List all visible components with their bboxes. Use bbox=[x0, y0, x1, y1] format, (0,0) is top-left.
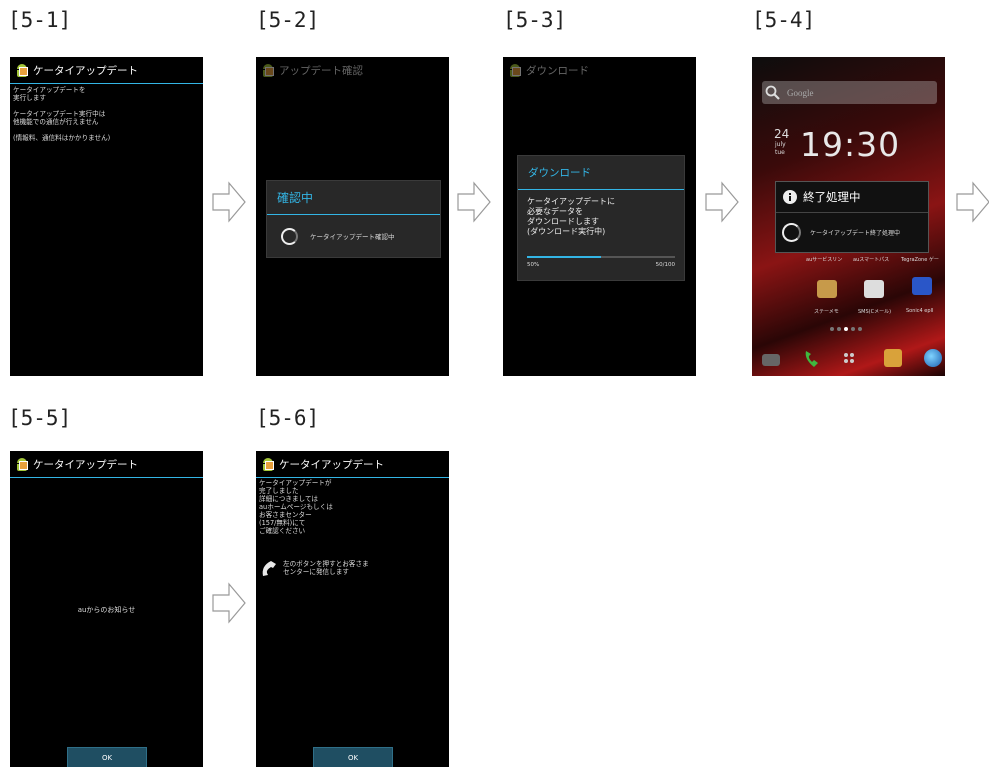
call-text-2: センターに発信します bbox=[283, 568, 349, 576]
camera-icon[interactable] bbox=[762, 354, 780, 366]
screen-title: ケータイアップデート bbox=[279, 458, 384, 471]
widget-label[interactable]: auサービスリン bbox=[806, 256, 842, 263]
update-app-icon bbox=[262, 457, 274, 471]
mail-icon[interactable] bbox=[884, 349, 902, 367]
memo-app-icon[interactable] bbox=[817, 280, 837, 298]
step-label-5-1: [5-1] bbox=[8, 8, 72, 32]
arrow-right-icon bbox=[212, 181, 246, 223]
line-7: ご確認ください bbox=[259, 527, 306, 535]
google-search-bar[interactable]: Google bbox=[762, 81, 937, 104]
line-1: ケータイアップデートが bbox=[259, 479, 332, 487]
phone-icon[interactable] bbox=[802, 349, 822, 369]
step-label-5-5: [5-5] bbox=[8, 406, 72, 430]
dialog-title: 終了処理中 bbox=[803, 190, 861, 204]
sonic-app-icon[interactable] bbox=[912, 277, 932, 295]
screen-5-2: アップデート確認 確認中 ケータイアップデート確認中 bbox=[256, 57, 449, 376]
line-5: お客さまセンター bbox=[259, 511, 312, 519]
info-icon bbox=[783, 190, 797, 204]
line-1: ケータイアップデートを bbox=[13, 86, 86, 94]
checking-dialog: 確認中 ケータイアップデート確認中 bbox=[266, 180, 441, 258]
date-month: july bbox=[775, 141, 786, 148]
line-2: 完了しました bbox=[259, 487, 299, 495]
title-bar: ダウンロード bbox=[503, 57, 696, 83]
line-4: ケータイアップデート実行中は bbox=[13, 110, 106, 118]
loading-spinner-icon bbox=[281, 227, 298, 245]
finishing-dialog: 終了処理中 ケータイアップデート終了処理中 bbox=[775, 181, 929, 253]
step-label-5-3: [5-3] bbox=[503, 8, 567, 32]
app-label: ステーメモ bbox=[814, 309, 839, 315]
clock-time: 19:30 bbox=[800, 125, 901, 164]
arrow-right-icon bbox=[956, 181, 989, 223]
download-dialog: ダウンロード ケータイアップデートに 必要なデータを ダウンロードします (ダウ… bbox=[517, 155, 685, 281]
line-7: (情報料、通信料はかかりません) bbox=[13, 134, 111, 142]
screen-5-5: ケータイアップデート auからのお知らせ OK bbox=[10, 451, 203, 767]
page-indicator bbox=[830, 327, 862, 331]
notice-text: auからのお知らせ bbox=[77, 606, 136, 614]
date-day: 24 bbox=[774, 127, 790, 141]
dialog-title: 確認中 bbox=[277, 191, 314, 205]
screen-5-3: ダウンロード ダウンロード ケータイアップデートに 必要なデータを ダウンロード… bbox=[503, 57, 696, 376]
clock-widget: 24 july tue 19:30 bbox=[766, 125, 930, 164]
screen-5-4: Google 24 july tue 19:30 終了処理中 ケータイアップデー… bbox=[752, 57, 945, 376]
screen-5-1: ケータイアップデート ケータイアップデートを 実行します ケータイアップデート実… bbox=[10, 57, 203, 376]
screen-title: アップデート確認 bbox=[279, 64, 363, 77]
sms-app-icon[interactable] bbox=[864, 280, 884, 298]
app-drawer-icon[interactable] bbox=[844, 353, 854, 363]
line-6: (157/無料)にて bbox=[259, 519, 306, 527]
ok-button[interactable]: OK bbox=[67, 747, 147, 767]
progress-count: 50/100 bbox=[655, 262, 675, 268]
arrow-right-icon bbox=[212, 582, 246, 624]
screen-title: ケータイアップデート bbox=[33, 64, 138, 77]
widget-label[interactable]: TegraZone ゲー bbox=[901, 256, 939, 263]
title-bar: ケータイアップデート bbox=[256, 451, 449, 478]
dialog-message: ケータイアップデート終了処理中 bbox=[810, 229, 901, 237]
dialog-message: ケータイアップデート確認中 bbox=[310, 233, 395, 241]
update-app-icon bbox=[262, 63, 274, 77]
download-message: ケータイアップデートに 必要なデータを ダウンロードします (ダウンロード実行中… bbox=[527, 197, 615, 236]
arrow-right-icon bbox=[705, 181, 739, 223]
call-center-phone-icon[interactable] bbox=[260, 558, 280, 578]
line-4: auホームページもしくは bbox=[259, 503, 333, 511]
screen-5-6: ケータイアップデート ケータイアップデートが 完了しました 詳細につきましては … bbox=[256, 451, 449, 767]
ok-button[interactable]: OK bbox=[313, 747, 393, 767]
update-app-icon bbox=[16, 63, 28, 77]
dialog-title: ダウンロード bbox=[528, 167, 591, 179]
line-5: 他機能での通信が行えません bbox=[13, 118, 99, 126]
line-3: 詳細につきましては bbox=[259, 495, 319, 503]
title-bar: ケータイアップデート bbox=[10, 451, 203, 478]
title-bar: ケータイアップデート bbox=[10, 57, 203, 84]
update-app-icon bbox=[509, 63, 521, 77]
step-label-5-4: [5-4] bbox=[752, 8, 816, 32]
step-label-5-2: [5-2] bbox=[256, 8, 320, 32]
progress-fill bbox=[527, 256, 601, 258]
app-label: Sonic4 epII bbox=[906, 308, 934, 314]
browser-icon[interactable] bbox=[924, 349, 942, 367]
update-app-icon bbox=[16, 457, 28, 471]
progress-percent: 50% bbox=[527, 262, 540, 268]
screen-title: ケータイアップデート bbox=[33, 458, 138, 471]
loading-spinner-icon bbox=[782, 222, 801, 242]
search-placeholder: Google bbox=[787, 87, 814, 98]
step-label-5-6: [5-6] bbox=[256, 406, 320, 430]
search-icon bbox=[765, 85, 780, 100]
widget-label[interactable]: auスマートパス bbox=[853, 256, 889, 263]
title-bar: アップデート確認 bbox=[256, 57, 449, 83]
arrow-right-icon bbox=[457, 181, 491, 223]
date-weekday: tue bbox=[775, 149, 785, 156]
download-progress-bar bbox=[527, 256, 675, 258]
app-label: SMS(Cメール) bbox=[858, 309, 892, 315]
screen-title: ダウンロード bbox=[526, 64, 589, 77]
line-2: 実行します bbox=[13, 94, 46, 102]
